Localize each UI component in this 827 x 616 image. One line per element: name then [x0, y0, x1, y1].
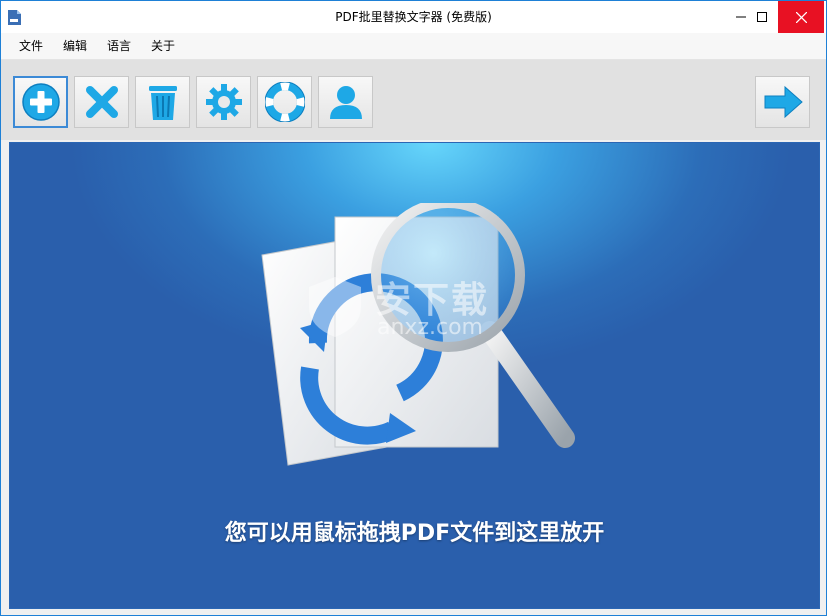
menu-bar: 文件 编辑 语言 关于 [1, 33, 826, 60]
user-button[interactable] [318, 76, 373, 128]
close-button[interactable] [778, 1, 824, 33]
add-file-button[interactable] [13, 76, 68, 128]
help-button[interactable] [257, 76, 312, 128]
drop-zone[interactable]: 安下载 anxz.com 您可以用鼠标拖拽PDF文件到这里放开 [9, 142, 820, 609]
close-icon [795, 11, 807, 23]
next-button[interactable] [755, 76, 810, 128]
gear-icon [205, 84, 242, 120]
clear-all-button[interactable] [135, 76, 190, 128]
lifebuoy-icon [264, 82, 305, 122]
toolbar [1, 60, 826, 140]
remove-file-button[interactable] [74, 76, 129, 128]
add-icon [21, 83, 60, 121]
remove-icon [85, 86, 118, 118]
arrow-right-icon [764, 85, 803, 119]
window-title: PDF批里替换文字器 (免费版) [335, 10, 492, 24]
settings-button[interactable] [196, 76, 251, 128]
menu-about[interactable]: 关于 [147, 33, 179, 59]
drop-hint-text: 您可以用鼠标拖拽PDF文件到这里放开 [224, 521, 605, 546]
maximize-button[interactable] [746, 1, 778, 33]
watermark: 安下载 anxz.com [305, 271, 535, 341]
app-window: PDF批里替换文字器 (免费版) 文件 编辑 语言 关于 安下载 anxz.co… [0, 0, 827, 616]
shield-logo-icon [309, 277, 361, 337]
title-bar[interactable]: PDF批里替换文字器 (免费版) [1, 1, 826, 33]
user-icon [329, 86, 362, 119]
menu-file[interactable]: 文件 [15, 33, 47, 59]
minimize-icon [736, 16, 746, 18]
trash-icon [148, 86, 177, 120]
menu-edit[interactable]: 编辑 [59, 33, 91, 59]
menu-language[interactable]: 语言 [103, 33, 135, 59]
maximize-icon [757, 12, 767, 22]
watermark-sub: anxz.com [377, 315, 483, 340]
